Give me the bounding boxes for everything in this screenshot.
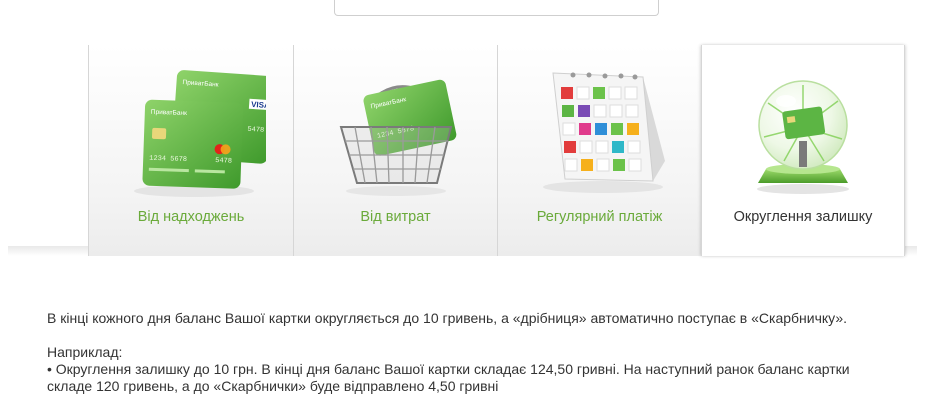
calendar-icon bbox=[498, 65, 701, 200]
card-number-b: 5478 bbox=[215, 157, 232, 166]
example-line: складе 120 гривень, а до «Скарбнички» бу… bbox=[47, 378, 499, 394]
example-heading: Наприклад: bbox=[47, 344, 123, 360]
card-brand-text: ПриватБанк bbox=[151, 109, 187, 117]
tab-from-income[interactable]: ПриватБанк VISA 5478 ПриватБанк 1234 567… bbox=[88, 45, 293, 256]
description-paragraph: В кінці кожного дня баланс Вашої картки … bbox=[47, 310, 847, 326]
tab-label: Від надходжень bbox=[137, 209, 245, 225]
shopping-basket-card-icon: ПриватБанк 1234 5678 bbox=[294, 65, 497, 200]
savings-type-tabs: ПриватБанк VISA 5478 ПриватБанк 1234 567… bbox=[88, 45, 905, 256]
tab-label: Округлення залишку bbox=[733, 209, 873, 225]
visa-logo-text: VISA bbox=[251, 100, 266, 110]
glass-sphere-card-icon bbox=[702, 65, 904, 200]
example-line: • Округлення залишку до 10 грн. В кінці … bbox=[47, 361, 850, 377]
tab-label: Від витрат bbox=[360, 209, 431, 225]
search-input[interactable] bbox=[334, 0, 659, 16]
card-number-b: 5478 bbox=[247, 126, 264, 135]
tab-description: В кінці кожного дня баланс Вашої картки … bbox=[47, 310, 917, 395]
tab-from-spending[interactable]: ПриватБанк 1234 5678 Від витрат bbox=[293, 45, 497, 256]
tab-regular-payment[interactable]: Регулярний платіж bbox=[497, 45, 701, 256]
tab-label: Регулярний платіж bbox=[536, 209, 663, 225]
tab-balance-rounding[interactable]: Округлення залишку bbox=[701, 45, 905, 256]
card-number-a: 1234 5678 bbox=[149, 155, 187, 164]
green-cards-icon: ПриватБанк VISA 5478 ПриватБанк 1234 567… bbox=[89, 65, 293, 200]
